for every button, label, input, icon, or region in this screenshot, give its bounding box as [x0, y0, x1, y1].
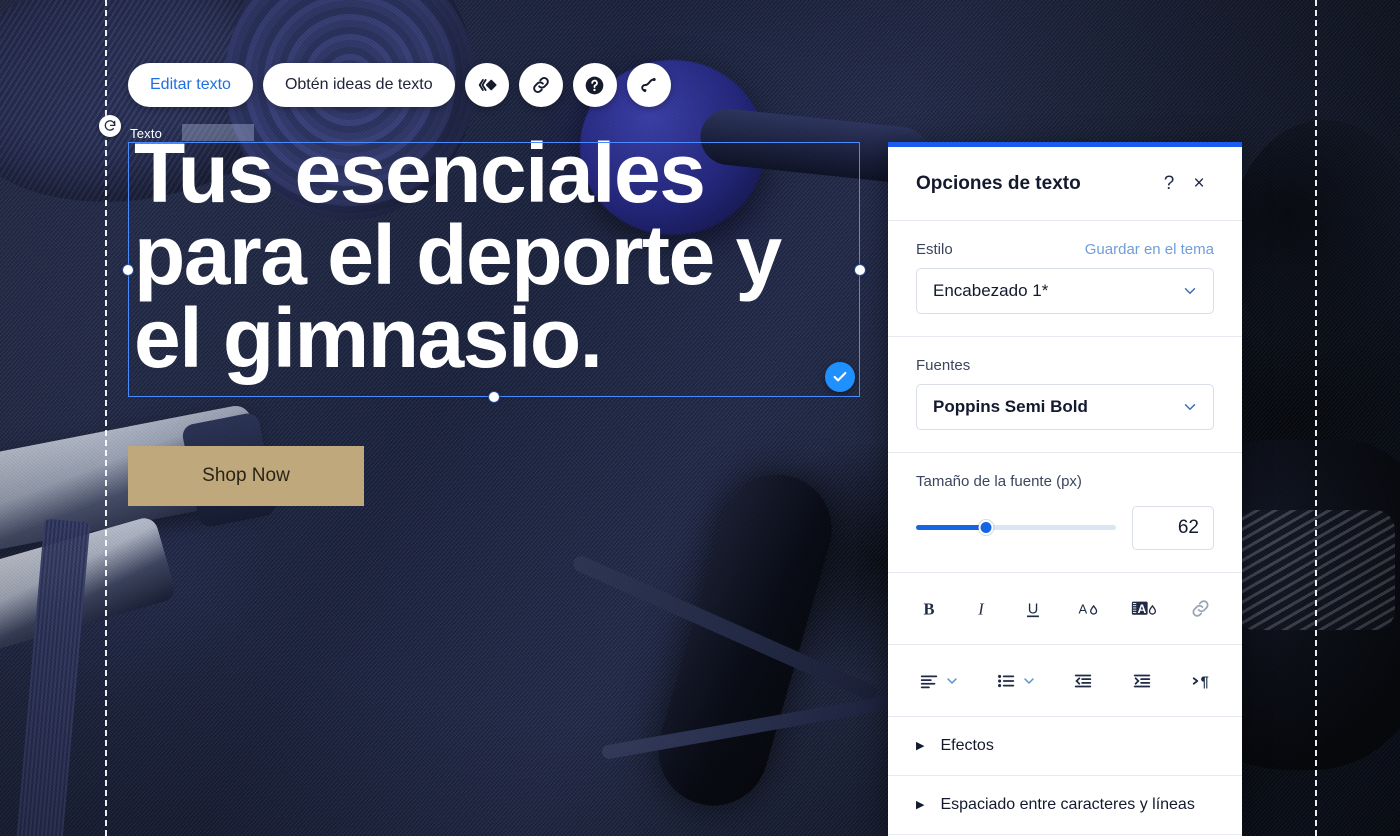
- svg-text:B: B: [923, 599, 934, 618]
- spacing-label: Espaciado entre caracteres y líneas: [940, 796, 1195, 813]
- connector-icon: [640, 77, 656, 93]
- text-selection-box[interactable]: [123, 142, 865, 402]
- svg-text:I: I: [977, 599, 985, 618]
- panel-help-button[interactable]: ?: [1154, 169, 1184, 199]
- element-label-chip: [182, 124, 254, 141]
- text-color-icon: A: [1078, 601, 1097, 616]
- character-format-toolbar: B I U A A: [888, 573, 1242, 645]
- text-color-button[interactable]: A: [1073, 594, 1103, 624]
- check-icon: [833, 371, 847, 382]
- bold-button[interactable]: B: [916, 594, 942, 624]
- italic-button[interactable]: I: [968, 594, 994, 624]
- text-direction-button[interactable]: ¶: [1188, 666, 1214, 696]
- help-button[interactable]: [572, 63, 617, 107]
- prop-cord-b: [601, 694, 899, 760]
- prop-water-bottle-b: [0, 514, 178, 662]
- help-icon: [585, 76, 604, 94]
- effects-section-toggle[interactable]: ▶ Efectos: [888, 717, 1242, 776]
- increase-indent-button[interactable]: [1129, 666, 1155, 696]
- insert-link-button[interactable]: [1187, 593, 1214, 624]
- rotate-icon[interactable]: [99, 115, 121, 137]
- text-direction-icon: ¶: [1192, 674, 1209, 690]
- chevron-down-icon[interactable]: [944, 673, 960, 689]
- panel-title: Opciones de texto: [916, 172, 1081, 194]
- svg-text:A: A: [1137, 601, 1146, 615]
- prop-cord-a: [571, 553, 879, 703]
- bold-icon: B: [923, 599, 934, 618]
- connector-button[interactable]: [626, 63, 671, 107]
- style-label: Estilo: [916, 241, 953, 258]
- font-size-input[interactable]: [1132, 506, 1214, 550]
- editor-stage: Tus esenciales para el deporte y el gimn…: [0, 0, 1400, 836]
- animation-button[interactable]: [464, 63, 509, 107]
- panel-close-button[interactable]: ×: [1184, 169, 1214, 199]
- element-type-label: Texto: [130, 126, 163, 141]
- list-group: [993, 666, 1037, 696]
- prop-jump-rope: [645, 461, 845, 819]
- link-button[interactable]: [518, 63, 563, 107]
- page-guide-right: [1315, 0, 1317, 836]
- spacing-section-toggle[interactable]: ▶ Espaciado entre caracteres y líneas: [888, 776, 1242, 835]
- save-to-theme-button[interactable]: Guardar en el tema: [1085, 241, 1214, 258]
- decrease-indent-icon: [1074, 674, 1092, 687]
- font-size-slider[interactable]: [916, 519, 1116, 537]
- underline-icon: U: [1027, 601, 1040, 617]
- animation-icon: [478, 79, 497, 91]
- bullet-list-button[interactable]: [993, 666, 1019, 696]
- svg-text:U: U: [1028, 601, 1039, 617]
- highlight-color-icon: A: [1131, 601, 1156, 615]
- resize-handle-left[interactable]: [123, 264, 133, 275]
- chevron-down-icon[interactable]: [1021, 673, 1037, 689]
- paragraph-format-toolbar: ¶: [888, 645, 1242, 717]
- chevron-down-icon: [1184, 288, 1196, 294]
- highlight-color-button[interactable]: A: [1129, 594, 1161, 624]
- chevron-down-icon: [1184, 404, 1196, 410]
- chevron-right-icon: ▶: [916, 798, 925, 811]
- slider-thumb[interactable]: [978, 520, 994, 535]
- panel-header: Opciones de texto ? ×: [888, 147, 1242, 221]
- style-section: Estilo Guardar en el tema Encabezado 1*: [888, 221, 1242, 337]
- link-icon: [532, 77, 549, 93]
- resize-handle-bottom[interactable]: [489, 392, 499, 402]
- resize-handle-right[interactable]: [855, 264, 865, 275]
- prop-strap: [15, 518, 91, 836]
- link-icon: [1192, 600, 1209, 617]
- effects-label: Efectos: [940, 737, 994, 754]
- bullet-list-icon: [998, 674, 1015, 687]
- confirm-edit-button[interactable]: [825, 362, 855, 392]
- element-toolbar: Editar texto Obtén ideas de texto: [128, 63, 671, 107]
- chevron-right-icon: ▶: [916, 739, 925, 752]
- style-select[interactable]: Encabezado 1*: [916, 268, 1214, 314]
- align-group: [916, 666, 960, 696]
- style-select-value: Encabezado 1*: [933, 281, 1049, 300]
- font-family-value: Poppins Semi Bold: [933, 397, 1088, 416]
- italic-icon: I: [977, 599, 985, 618]
- svg-text:¶: ¶: [1201, 674, 1209, 690]
- fonts-section: Fuentes Poppins Semi Bold: [888, 337, 1242, 453]
- shop-now-button[interactable]: Shop Now: [128, 446, 364, 506]
- fonts-label: Fuentes: [916, 357, 971, 374]
- align-left-button[interactable]: [916, 666, 942, 696]
- slider-fill: [916, 525, 986, 530]
- text-options-panel: Opciones de texto ? × Estilo Guardar en …: [888, 142, 1242, 836]
- font-size-label: Tamaño de la fuente (px): [916, 473, 1082, 490]
- align-left-icon: [920, 675, 938, 688]
- font-size-section: Tamaño de la fuente (px): [888, 453, 1242, 573]
- decrease-indent-button[interactable]: [1070, 666, 1096, 696]
- font-family-select[interactable]: Poppins Semi Bold: [916, 384, 1214, 430]
- svg-text:A: A: [1078, 601, 1087, 616]
- increase-indent-icon: [1133, 674, 1151, 687]
- edit-text-button[interactable]: Editar texto: [128, 63, 253, 107]
- text-ideas-button[interactable]: Obtén ideas de texto: [262, 63, 455, 107]
- underline-button[interactable]: U: [1020, 594, 1046, 624]
